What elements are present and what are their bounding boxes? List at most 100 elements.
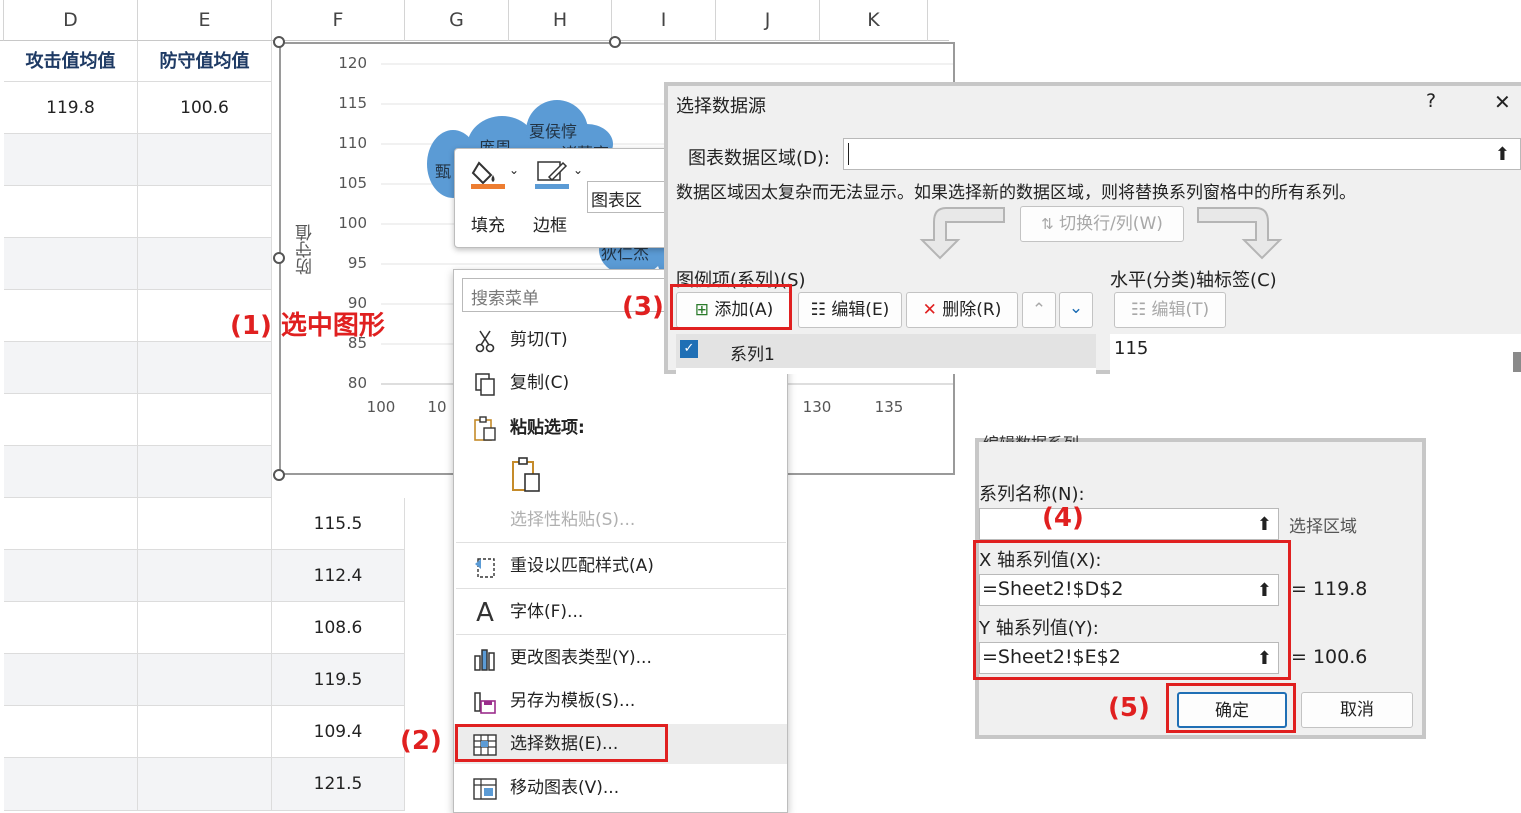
series-list[interactable]: ✓ 系列1	[676, 334, 1096, 374]
y-tick-label: 115	[338, 94, 367, 112]
dialog-title: 编辑数据系列	[983, 430, 1079, 442]
chevron-down-icon: ⌄	[509, 163, 520, 177]
chart-data-range-input[interactable]: ⬆	[843, 138, 1521, 170]
move-up-button[interactable]: ⌃	[1022, 292, 1056, 328]
cell-f-value[interactable]: 109.4	[272, 706, 405, 758]
fill-label: 填充	[471, 216, 505, 236]
cell-d1[interactable]: 攻击值均值	[4, 41, 138, 82]
column-header-f[interactable]: F	[272, 0, 405, 41]
close-button[interactable]: ✕	[1494, 90, 1511, 114]
cell-f-value[interactable]: 121.5	[272, 758, 405, 811]
move-chart-icon	[473, 778, 497, 800]
menu-item-save-template[interactable]: 另存为模板(S)...	[454, 681, 787, 721]
column-header-i[interactable]: I	[612, 0, 716, 41]
step-5-annotation: (5)	[1108, 693, 1150, 723]
step-3-annotation: (3)	[622, 292, 664, 322]
series-name-input[interactable]: ⬆	[979, 508, 1279, 540]
scrollbar[interactable]	[1513, 352, 1521, 372]
move-down-button[interactable]: ⌄	[1059, 292, 1093, 328]
cell-f-value[interactable]: 115.5	[272, 498, 405, 550]
y-values-result: = 100.6	[1291, 646, 1368, 668]
axis-labels-list[interactable]: 115	[1110, 334, 1521, 374]
highlight-series-values	[973, 540, 1291, 680]
switch-row-column-button[interactable]: ⇅ 切换行/列(W)	[1020, 206, 1184, 242]
cell-f-value[interactable]: 108.6	[272, 602, 405, 654]
cell-f-value[interactable]: 119.5	[272, 654, 405, 706]
resize-handle[interactable]	[273, 252, 285, 264]
cell-f-value[interactable]: 112.4	[272, 550, 405, 602]
edit-axis-labels-button[interactable]: ☷ 编辑(T)	[1114, 292, 1226, 328]
format-toolbar: ⌄ 填充 ⌄ 边框 图表区	[454, 148, 676, 248]
clipboard-icon	[474, 416, 496, 441]
chart-element-value: 图表区	[591, 191, 642, 211]
x-tick-label: 130	[802, 398, 832, 416]
resize-handle[interactable]	[609, 36, 621, 48]
column-header-e[interactable]: E	[138, 0, 272, 41]
collapse-dialog-icon[interactable]: ⬆	[1495, 144, 1510, 165]
step-4-annotation: (4)	[1042, 503, 1084, 533]
edit-table-icon: ☷	[810, 300, 826, 320]
step-1-annotation: (1) 选中图形	[230, 311, 385, 341]
column-header-g[interactable]: G	[405, 0, 509, 41]
column-header-h[interactable]: H	[509, 0, 612, 41]
y-tick-label: 105	[338, 174, 367, 192]
column-header-k[interactable]: K	[820, 0, 928, 41]
series-item[interactable]: ✓ 系列1	[676, 334, 1096, 368]
y-tick-label: 80	[347, 374, 367, 392]
resize-handle[interactable]	[273, 469, 285, 481]
data-range-notice: 数据区域因太复杂而无法显示。如果选择新的数据区域，则将替换系列窗格中的所有系列。	[676, 183, 1356, 203]
cell-e2[interactable]: 100.6	[138, 82, 272, 134]
menu-item-reset-style[interactable]: 重设以匹配样式(A)	[454, 546, 787, 586]
search-placeholder: 搜索菜单	[471, 289, 539, 309]
bubble-label: 夏侯惇	[529, 122, 578, 141]
checkbox-checked-icon[interactable]: ✓	[680, 340, 698, 358]
copy-icon	[475, 373, 495, 396]
cancel-button[interactable]: 取消	[1301, 692, 1413, 728]
select-range-hint: 选择区域	[1289, 517, 1357, 537]
menu-item-move-chart[interactable]: 移动图表(V)...	[454, 768, 787, 808]
select-data-source-dialog: 选择数据源 ? ✕ 图表数据区域(D): ⬆ 数据区域因太复杂而无法显示。如果选…	[664, 82, 1521, 374]
cell-d2[interactable]: 119.8	[4, 82, 138, 134]
chevron-down-icon: ⌄	[573, 163, 584, 177]
fill-button[interactable]: ⌄ 填充	[469, 157, 523, 237]
delete-icon: ✕	[922, 300, 937, 320]
column-header-j[interactable]: J	[716, 0, 820, 41]
arrow-left-icon	[919, 207, 1005, 260]
chart-element-dropdown[interactable]: 图表区	[587, 181, 673, 213]
horizontal-axis-labels-label: 水平(分类)轴标签(C)	[1110, 270, 1277, 291]
bubble-label: 甄	[435, 162, 452, 181]
dialog-title: 选择数据源	[676, 96, 766, 117]
pen-icon	[535, 161, 569, 189]
cell-e1[interactable]: 防守值均值	[138, 41, 272, 82]
y-tick-label: 110	[338, 134, 367, 152]
border-button[interactable]: ⌄ 边框	[533, 157, 587, 237]
resize-handle[interactable]	[273, 36, 285, 48]
chevron-down-icon: ⌄	[1068, 298, 1084, 318]
delete-series-button[interactable]: ✕ 删除(R)	[906, 292, 1018, 328]
y-tick-label: 120	[338, 54, 367, 72]
chevron-up-icon: ⌃	[1031, 300, 1047, 320]
chart-data-range-label: 图表数据区域(D):	[688, 148, 830, 169]
collapse-dialog-icon[interactable]: ⬆	[1257, 514, 1272, 535]
menu-item-font[interactable]: A 字体(F)...	[454, 592, 787, 632]
step-2-annotation: (2)	[400, 726, 442, 756]
save-template-icon	[474, 692, 496, 714]
paste-clipboard-icon[interactable]	[510, 456, 544, 494]
axis-label-value: 115	[1114, 338, 1149, 359]
series-name: 系列1	[730, 345, 775, 365]
column-header-d[interactable]: D	[4, 0, 138, 41]
highlight-select-data	[455, 724, 668, 762]
help-button[interactable]: ?	[1426, 90, 1436, 112]
y-tick-label: 95	[347, 254, 367, 272]
border-label: 边框	[533, 216, 567, 236]
y-tick-label: 100	[338, 214, 367, 232]
edit-series-button[interactable]: ☷ 编辑(E)	[798, 292, 902, 328]
y-axis-title: 防守值	[296, 224, 316, 275]
x-tick-label: 10	[427, 398, 447, 416]
highlight-ok-button	[1166, 683, 1296, 733]
menu-item-change-chart-type[interactable]: 更改图表类型(Y)...	[454, 638, 787, 678]
x-values-result: = 119.8	[1291, 578, 1368, 600]
font-icon: A	[476, 598, 494, 628]
bar-chart-icon	[474, 649, 495, 671]
x-tick-label: 100	[366, 398, 396, 416]
